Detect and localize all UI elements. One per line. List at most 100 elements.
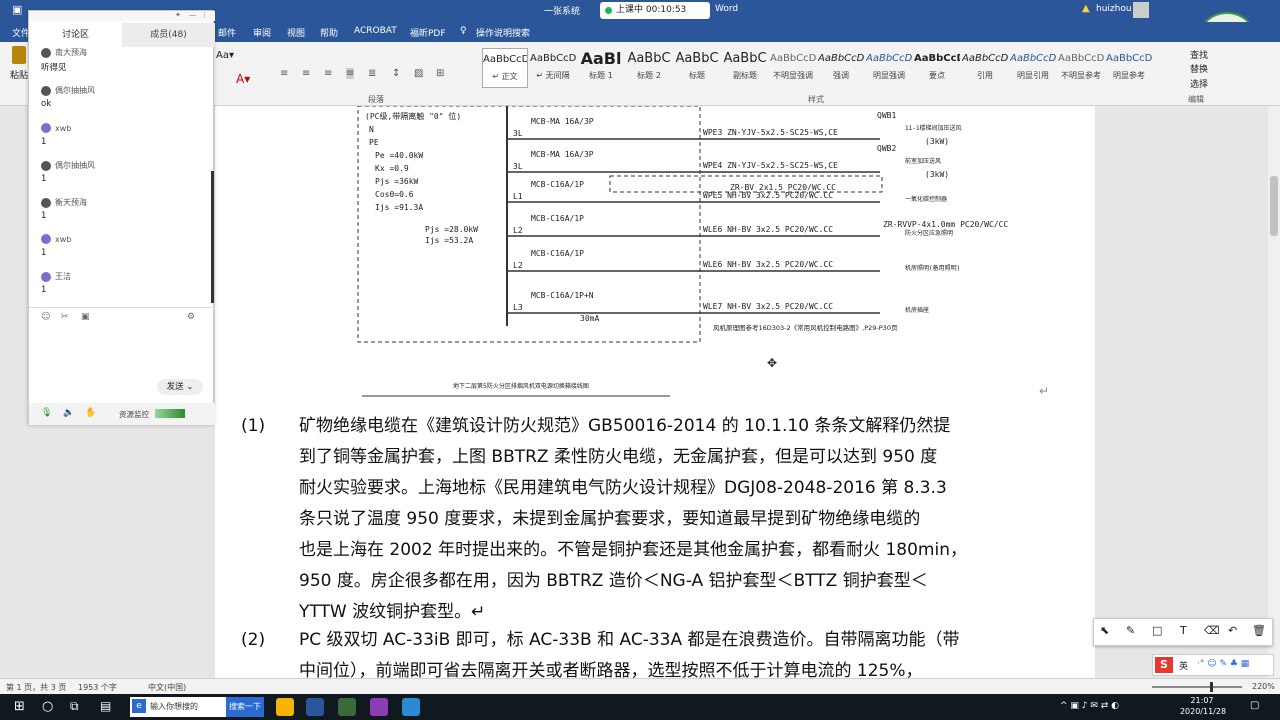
style-heading-2[interactable]: AaBbC 标题 2	[626, 48, 672, 88]
style-heading-1[interactable]: AaBl 标题 1	[578, 48, 624, 88]
chat-scrollbar[interactable]	[211, 171, 214, 303]
hand-icon[interactable]: ✋	[85, 408, 96, 418]
settings-icon[interactable]: ⚙	[187, 312, 195, 322]
zoom-slider-thumb[interactable]	[1210, 682, 1213, 692]
tell-me-search[interactable]: 操作说明搜索	[476, 26, 530, 39]
style-intense-quote[interactable]: AaBbCcD 明显引用	[1010, 48, 1056, 88]
style-emphasis[interactable]: AaBbCcD 强调	[818, 48, 864, 88]
pin-icon[interactable]: ✦	[175, 11, 181, 19]
user-name[interactable]: huizhou	[1096, 4, 1132, 14]
diagram-note: 风机原理图参考16D303-2《常用风机控制电路图》,P29-P30页	[713, 324, 898, 332]
more-icon[interactable]: ⋮	[201, 11, 208, 19]
cortana-icon[interactable]: ○	[42, 699, 53, 714]
clock-date[interactable]: 2020/11/28	[1176, 707, 1230, 716]
tab-discussion[interactable]: 讨论区	[29, 23, 122, 47]
style-strong[interactable]: AaBbCcD 要点	[914, 48, 960, 88]
pen-icon[interactable]: ✎	[1126, 624, 1135, 637]
resource-monitor[interactable]: 资源监控	[119, 409, 149, 420]
app-icon[interactable]	[338, 698, 356, 716]
line-spacing-icon[interactable]: ↕	[392, 68, 400, 79]
scissors-icon[interactable]: ✂	[61, 312, 69, 322]
tab-members[interactable]: 成员(48)	[122, 23, 215, 47]
minimize-icon[interactable]: —	[189, 11, 196, 19]
document-page[interactable]: (PC级,带隔离触 "0" 位) N PE Pe =40.0kW Kx =0.9…	[215, 106, 1095, 678]
paragraph-1[interactable]: 矿物绝缘电缆在《建筑设计防火规范》GB50016-2014 的 10.1.10 …	[299, 411, 1059, 628]
style-quote[interactable]: AaBbCcD 引用	[962, 48, 1008, 88]
justify-icon[interactable]: ≡	[346, 68, 355, 79]
paste-label[interactable]: 粘贴	[10, 68, 28, 81]
word-count[interactable]: 1953 个字	[78, 682, 117, 693]
circuit-cable: WLE7 NH-BV 3x2.5 PC20/WC.CC	[703, 302, 834, 311]
align-center-icon[interactable]: ≡	[302, 68, 310, 79]
find-button[interactable]: 查找	[1190, 48, 1208, 61]
shading-icon[interactable]: ▨	[414, 68, 423, 79]
ime-language[interactable]: 英	[1179, 659, 1188, 672]
lightbulb-icon: ♀	[460, 26, 467, 36]
message-list[interactable]: 南大预海 听得见 偶尔抽抽风 ok xwb 1 偶尔抽抽风 1 衡天预海 1 x…	[29, 47, 215, 305]
style-intense-emphasis[interactable]: AaBbCcD 明显强调	[866, 48, 912, 88]
style-no-spacing[interactable]: AaBbCcDi ↵ 无间隔	[530, 48, 576, 88]
notification-icon[interactable]: ▢	[1250, 700, 1259, 711]
font-size-icon[interactable]: Aa▾	[216, 50, 234, 61]
style-subtitle[interactable]: AaBbC 副标题	[722, 48, 768, 88]
undo-icon[interactable]: ↶	[1228, 624, 1237, 637]
language[interactable]: 中文(中国)	[148, 682, 186, 693]
tab-help[interactable]: 帮助	[320, 26, 338, 39]
pointer-icon[interactable]: ⬉	[1100, 624, 1109, 637]
delete-icon[interactable]: 🗑	[1252, 624, 1266, 637]
search-button[interactable]: 搜索一下	[226, 697, 264, 717]
sogou-icon[interactable]: S	[1155, 657, 1173, 673]
style-subtle-emphasis[interactable]: AaBbCcD 不明显强调	[770, 48, 816, 88]
tab-acrobat[interactable]: ACROBAT	[354, 26, 397, 36]
tab-mailings[interactable]: 邮件	[218, 26, 236, 39]
windows-start-icon[interactable]: ⊞	[14, 699, 25, 714]
zoom-level[interactable]: 220%	[1252, 682, 1275, 691]
distributed-icon[interactable]: ≣	[368, 68, 376, 79]
search-input[interactable]: 输入你想搜的	[150, 701, 198, 712]
scrollbar-thumb[interactable]	[1270, 176, 1278, 236]
vertical-scrollbar[interactable]	[1268, 106, 1280, 678]
select-button[interactable]: 选择	[1190, 77, 1208, 90]
ime-tools-icon[interactable]: ·° ☺ ✎ ♣ ▦	[1197, 659, 1249, 669]
style-intense-reference[interactable]: AaBbCcDc明显参考	[1106, 48, 1152, 88]
user-avatar[interactable]	[1133, 2, 1149, 18]
recording-indicator[interactable]: 上课中 00:10:53	[600, 2, 710, 19]
class-app-icon[interactable]	[370, 698, 388, 716]
save-icon[interactable]: ▣	[12, 3, 22, 16]
avatar	[41, 271, 51, 282]
task-view-icon[interactable]: ⧉	[70, 699, 79, 714]
replace-button[interactable]: 替换	[1190, 62, 1208, 75]
clock-time[interactable]: 21:07	[1180, 696, 1224, 705]
image-icon[interactable]: ▣	[81, 312, 90, 322]
tab-review[interactable]: 审阅	[253, 26, 271, 39]
microphone-icon[interactable]: 🎙	[41, 408, 52, 418]
tab-view[interactable]: 视图	[287, 26, 305, 39]
system-tray-icons[interactable]: ^ ▣ ♪ ✉ ⇄ ◐	[1060, 701, 1119, 711]
eraser-icon[interactable]: ⌫	[1204, 624, 1220, 637]
file-explorer-icon[interactable]: ▤	[100, 699, 111, 713]
tab-foxit-pdf[interactable]: 福昕PDF	[410, 26, 446, 39]
style-normal[interactable]: AaBbCcDi↵ 正文	[482, 48, 528, 88]
page-count[interactable]: 第 1 页，共 3 页	[6, 682, 66, 693]
send-button[interactable]: 发送 ⌄	[157, 379, 203, 395]
zoom-slider[interactable]	[1152, 682, 1242, 692]
borders-icon[interactable]: ⊞	[436, 68, 444, 79]
taskbar-search[interactable]: e 输入你想搜的 搜索一下	[130, 697, 264, 717]
text-icon[interactable]: T	[1180, 624, 1187, 637]
emoji-icon[interactable]: ☺	[41, 312, 50, 322]
message-input[interactable]	[39, 329, 205, 377]
paste-icon[interactable]	[12, 46, 26, 64]
font-color-icon[interactable]: A▾	[236, 72, 250, 86]
align-left-icon[interactable]: ≡	[280, 68, 288, 79]
meeting-app-icon[interactable]	[402, 698, 420, 716]
chrome-icon[interactable]	[276, 698, 294, 716]
mouse-cursor-icon: ✥	[767, 356, 778, 370]
paragraph-2[interactable]: PC 级双切 AC-33iB 即可，标 AC-33B 和 AC-33A 都是在浪…	[299, 625, 1059, 678]
shape-icon[interactable]: □	[1152, 624, 1162, 637]
style-title[interactable]: AaBbC 标题	[674, 48, 720, 88]
speaker-icon[interactable]: 🔈	[63, 408, 74, 418]
word-icon[interactable]	[306, 698, 324, 716]
warning-icon[interactable]: ▲	[1082, 3, 1090, 14]
align-right-icon[interactable]: ≡	[324, 68, 332, 79]
style-subtle-reference[interactable]: AaBbCcDc不明显参考	[1058, 48, 1104, 88]
